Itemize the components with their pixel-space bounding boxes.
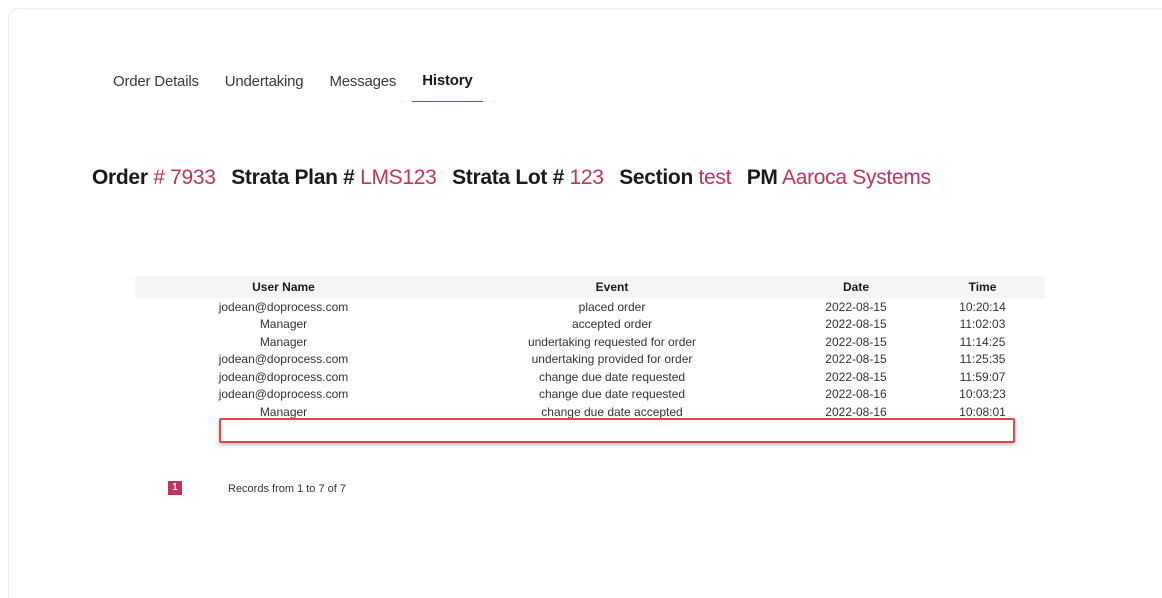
- strata-lot-label: Strata Lot #: [452, 166, 564, 189]
- column-header-date[interactable]: Date: [792, 276, 920, 298]
- table-row: jodean@doprocess.com undertaking provide…: [135, 351, 1045, 369]
- table-row: Manager accepted order 2022-08-15 11:02:…: [135, 316, 1045, 334]
- cell-event: undertaking requested for order: [527, 334, 697, 349]
- table-row: Manager undertaking requested for order …: [135, 333, 1045, 351]
- history-table: User Name Event Date Time jodean@doproce…: [135, 276, 1045, 421]
- cell-user-name: jodean@doprocess.com: [218, 352, 349, 367]
- pagination-page-button[interactable]: 1: [168, 481, 182, 495]
- pm-label: PM: [746, 166, 778, 189]
- section-label: Section: [619, 166, 693, 189]
- tab-order-details[interactable]: Order Details: [103, 73, 209, 102]
- section-value: test: [698, 166, 732, 189]
- strata-plan-label: Strata Plan #: [231, 166, 355, 189]
- table-row-highlighted: Manager change due date accepted 2022-08…: [135, 403, 1045, 421]
- cell-event: placed order: [578, 299, 646, 314]
- cell-time: 10:03:23: [959, 387, 1006, 402]
- strata-lot-value: 123: [569, 166, 604, 189]
- cell-user-name: Manager: [259, 317, 308, 332]
- pm-value: Aaroca Systems: [782, 166, 931, 189]
- cell-time: 10:20:14: [959, 299, 1006, 314]
- tab-messages[interactable]: Messages: [319, 73, 406, 102]
- cell-date: 2022-08-15: [825, 352, 887, 367]
- cell-user-name: Manager: [259, 334, 308, 349]
- cell-user-name: Manager: [259, 404, 308, 419]
- cell-time: 11:14:25: [959, 334, 1006, 349]
- order-number: # 7933: [153, 166, 216, 189]
- tab-undertaking[interactable]: Undertaking: [215, 73, 314, 102]
- tab-bar: Order Details Undertaking Messages Histo…: [103, 72, 489, 102]
- order-summary-heading: Order # 7933 Strata Plan # LMS123 Strata…: [92, 166, 931, 190]
- cell-user-name: jodean@doprocess.com: [218, 387, 349, 402]
- cell-time: 11:59:07: [959, 369, 1006, 384]
- cell-event: change due date requested: [538, 369, 686, 384]
- column-header-user-name[interactable]: User Name: [135, 276, 432, 298]
- cell-date: 2022-08-15: [825, 299, 887, 314]
- records-count-text: Records from 1 to 7 of 7: [228, 483, 346, 495]
- column-header-time[interactable]: Time: [920, 276, 1045, 298]
- cell-date: 2022-08-16: [825, 404, 887, 419]
- cell-user-name: jodean@doprocess.com: [218, 299, 349, 314]
- strata-plan-value: LMS123: [360, 166, 437, 189]
- cell-user-name: jodean@doprocess.com: [218, 369, 349, 384]
- cell-event: undertaking provided for order: [531, 352, 693, 367]
- table-row: jodean@doprocess.com placed order 2022-0…: [135, 298, 1045, 316]
- cell-date: 2022-08-16: [825, 387, 887, 402]
- cell-time: 11:25:35: [959, 352, 1006, 367]
- cell-time: 10:08:01: [959, 404, 1006, 419]
- cell-event: change due date requested: [538, 387, 686, 402]
- table-header-row: User Name Event Date Time: [135, 276, 1045, 298]
- order-label: Order: [92, 166, 148, 189]
- cell-date: 2022-08-15: [825, 317, 887, 332]
- table-row: jodean@doprocess.com change due date req…: [135, 368, 1045, 386]
- cell-date: 2022-08-15: [825, 369, 887, 384]
- cell-date: 2022-08-15: [825, 334, 887, 349]
- column-header-event[interactable]: Event: [432, 276, 792, 298]
- cell-event: change due date accepted: [541, 404, 683, 419]
- cell-event: accepted order: [571, 317, 653, 332]
- cell-time: 11:02:03: [959, 317, 1006, 332]
- tab-history[interactable]: History: [412, 72, 483, 102]
- table-row: jodean@doprocess.com change due date req…: [135, 386, 1045, 404]
